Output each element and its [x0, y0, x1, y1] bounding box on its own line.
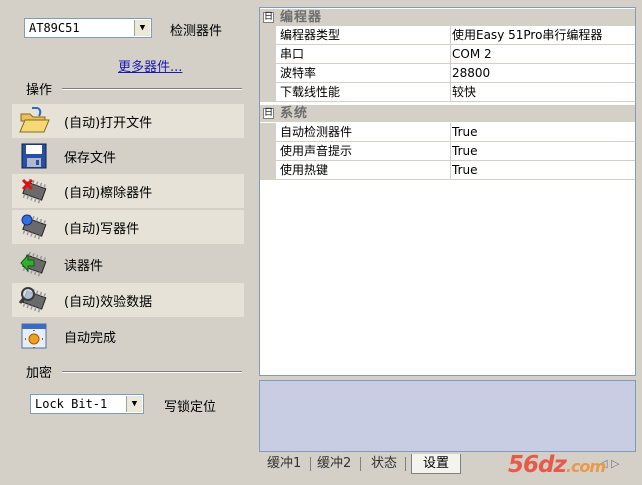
- write-device-action[interactable]: (自动)写器件: [12, 210, 244, 244]
- encrypt-separator: [62, 371, 242, 373]
- read-device-action[interactable]: 读器件: [12, 247, 244, 281]
- property-key: 使用声音提示: [276, 142, 451, 161]
- auto-complete-action[interactable]: 自动完成: [12, 319, 244, 353]
- lock-bit-value: Lock Bit-1: [35, 397, 108, 411]
- erase-chip-icon: [18, 176, 50, 206]
- tab-divider: [405, 457, 406, 471]
- property-value[interactable]: True: [451, 123, 635, 142]
- auto-complete-label: 自动完成: [64, 330, 117, 346]
- save-file-label: 保存文件: [64, 150, 117, 166]
- property-value[interactable]: True: [451, 142, 635, 161]
- tab-settings[interactable]: 设置: [411, 454, 461, 474]
- property-row[interactable]: 使用声音提示 True: [260, 142, 635, 161]
- floppy-disk-icon: [18, 141, 50, 171]
- more-devices-link[interactable]: 更多器件...: [118, 56, 182, 75]
- erase-device-label: (自动)檫除器件: [64, 185, 153, 201]
- property-row[interactable]: 串口 COM 2: [260, 45, 635, 64]
- property-grid: 日 编程器 编程器类型 使用Easy 51Pro串行编程器 串口 COM 2 波…: [259, 7, 636, 376]
- detect-device-label[interactable]: 检测器件: [170, 20, 222, 39]
- folder-open-icon: [18, 106, 50, 136]
- tab-buffer1[interactable]: 缓冲1: [267, 454, 301, 474]
- watermark-text: 56dz: [508, 452, 567, 478]
- collapse-icon[interactable]: 日: [263, 108, 274, 119]
- category-title: 系统: [280, 106, 309, 121]
- device-select[interactable]: AT89C51 ▼: [24, 18, 152, 38]
- verify-data-action[interactable]: (自动)效验数据: [12, 283, 244, 317]
- chevron-down-icon[interactable]: ▼: [134, 20, 150, 36]
- property-row[interactable]: 下载线性能 较快: [260, 83, 635, 102]
- tab-buffer2[interactable]: 缓冲2: [317, 454, 351, 474]
- chevron-right-icon[interactable]: ▷: [611, 457, 619, 470]
- category-programmer[interactable]: 日 编程器: [260, 9, 635, 26]
- lock-bit-select[interactable]: Lock Bit-1 ▼: [30, 394, 144, 414]
- verify-data-label: (自动)效验数据: [64, 294, 153, 310]
- tab-divider: [310, 457, 311, 471]
- property-value[interactable]: COM 2: [451, 45, 635, 64]
- open-file-label: (自动)打开文件: [64, 115, 153, 131]
- property-value[interactable]: True: [451, 161, 635, 180]
- erase-device-action[interactable]: (自动)檫除器件: [12, 174, 244, 208]
- property-key: 使用热键: [276, 161, 451, 180]
- auto-complete-icon: [18, 321, 50, 351]
- property-key: 串口: [276, 45, 451, 64]
- category-title: 编程器: [280, 10, 323, 25]
- property-value[interactable]: 28800: [451, 64, 635, 83]
- left-panel: AT89C51 ▼ 检测器件 更多器件... 操作 (自动)打开文件 保存文件: [0, 0, 256, 485]
- read-device-label: 读器件: [64, 258, 104, 274]
- watermark-tld: .com: [565, 457, 606, 476]
- chevron-down-icon[interactable]: ▼: [126, 396, 142, 412]
- category-system[interactable]: 日 系统: [260, 105, 635, 122]
- property-key: 下载线性能: [276, 83, 451, 102]
- property-key: 编程器类型: [276, 26, 451, 45]
- tab-status[interactable]: 状态: [371, 454, 397, 474]
- write-chip-icon: [18, 212, 50, 242]
- watermark-logo: 56dz.com: [508, 452, 606, 478]
- property-value[interactable]: 使用Easy 51Pro串行编程器: [451, 26, 635, 45]
- write-device-label: (自动)写器件: [64, 221, 140, 237]
- verify-chip-icon: [18, 285, 50, 315]
- read-chip-icon: [18, 249, 50, 279]
- description-panel: [259, 380, 636, 452]
- property-row[interactable]: 波特率 28800: [260, 64, 635, 83]
- property-key: 自动检测器件: [276, 123, 451, 142]
- encrypt-section-title: 加密: [26, 366, 53, 381]
- actions-section-title: 操作: [26, 83, 53, 98]
- property-key: 波特率: [276, 64, 451, 83]
- write-lock-label[interactable]: 写锁定位: [164, 396, 216, 415]
- property-value[interactable]: 较快: [451, 83, 635, 102]
- property-row[interactable]: 自动检测器件 True: [260, 123, 635, 142]
- open-file-action[interactable]: (自动)打开文件: [12, 104, 244, 138]
- property-row[interactable]: 编程器类型 使用Easy 51Pro串行编程器: [260, 26, 635, 45]
- save-file-action[interactable]: 保存文件: [12, 139, 244, 173]
- actions-separator: [62, 88, 242, 90]
- tab-divider: [360, 457, 361, 471]
- device-select-value: AT89C51: [29, 21, 80, 35]
- property-row[interactable]: 使用热键 True: [260, 161, 635, 180]
- collapse-icon[interactable]: 日: [263, 12, 274, 23]
